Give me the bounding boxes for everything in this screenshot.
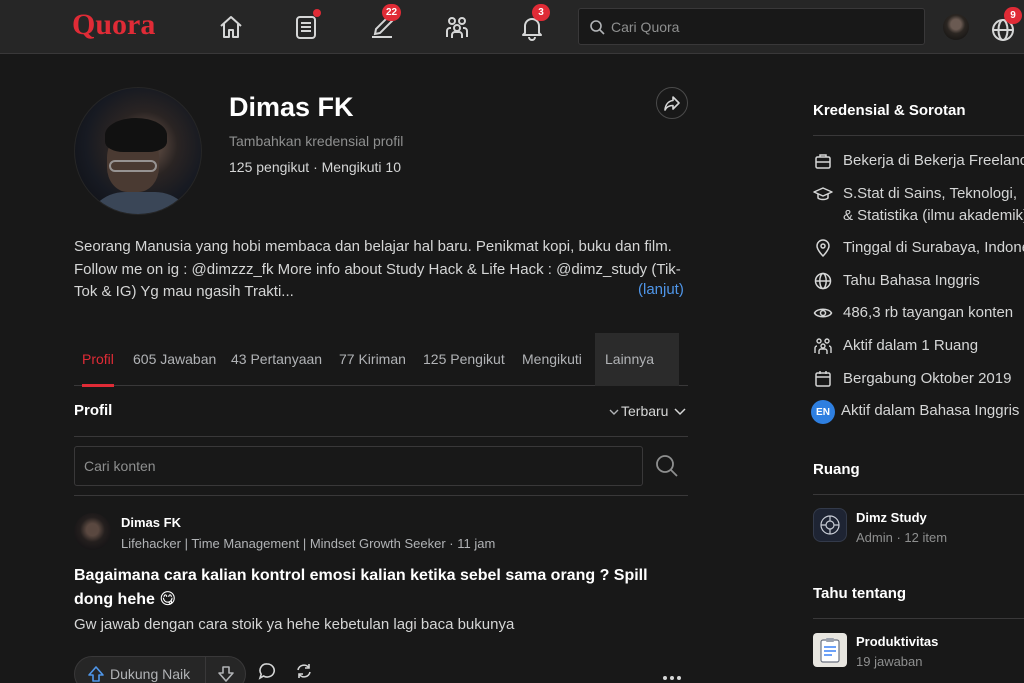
notifications-icon[interactable]: 3 xyxy=(515,4,550,44)
divider xyxy=(74,436,688,437)
tab-profil[interactable]: Profil xyxy=(82,333,114,387)
downvote-arrow-icon xyxy=(217,666,234,682)
credential-text: Bergabung Oktober 2019 xyxy=(843,370,1012,387)
user-avatar[interactable] xyxy=(943,14,969,40)
chevron-down-icon xyxy=(609,409,619,415)
post-title[interactable]: Bagaimana cara kalian kontrol emosi kali… xyxy=(74,564,688,612)
share-icon xyxy=(664,96,680,111)
search-icon xyxy=(590,19,605,35)
sort-dropdown[interactable]: Terbaru xyxy=(621,403,686,419)
spaces-icon xyxy=(814,338,832,354)
post-author-name[interactable]: Dimas FK xyxy=(121,515,181,530)
answer-icon[interactable]: 22 xyxy=(365,4,402,44)
credential-text: Tahu Bahasa Inggris xyxy=(843,272,980,289)
tab-questions[interactable]: 43 Pertanyaan xyxy=(231,333,322,386)
credential-education[interactable]: S.Stat di Sains, Teknologi, & Statistika … xyxy=(813,183,1024,227)
more-options-icon[interactable] xyxy=(662,668,682,683)
spaces-icon[interactable] xyxy=(440,10,474,44)
credential-location[interactable]: Tinggal di Surabaya, Indonesia xyxy=(813,237,1024,259)
post-meta: Lifehacker | Time Management | Mindset G… xyxy=(121,536,496,551)
tab-more-label: Lainnya xyxy=(605,351,655,367)
credential-views[interactable]: 486,3 rb tayangan konten xyxy=(813,302,1013,324)
upvote-arrow-icon xyxy=(88,666,104,682)
top-navigation-bar: Quora 22 3 Cari Quora 9 xyxy=(0,0,1024,54)
profile-bio: Seorang Manusia yang hobi membaca dan be… xyxy=(74,238,681,300)
credential-employment[interactable]: Bekerja di Bekerja Freelance xyxy=(813,150,1024,172)
credential-line-2: & Statistika (ilmu akademik) xyxy=(843,207,1024,224)
topic-name[interactable]: Produktivitas xyxy=(856,634,938,649)
profile-tabs: Profil 605 Jawaban 43 Pertanyaan 77 Kiri… xyxy=(74,333,688,415)
graduation-cap-icon xyxy=(813,187,833,201)
globe-icon xyxy=(814,272,832,290)
downvote-button[interactable] xyxy=(206,665,245,683)
divider xyxy=(813,494,1024,495)
following-dot xyxy=(313,9,321,17)
tab-answers[interactable]: 605 Jawaban xyxy=(133,333,216,386)
share-repost-icon[interactable] xyxy=(294,662,314,683)
add-credential-link[interactable]: Tambahkan kredensial profil xyxy=(229,133,403,149)
sort-label: Terbaru xyxy=(621,403,669,419)
divider xyxy=(813,135,1024,136)
credential-text: Aktif dalam Bahasa Inggris xyxy=(841,402,1020,419)
chevron-down-icon xyxy=(674,408,686,416)
tab-more[interactable]: Lainnya xyxy=(595,333,679,415)
vote-control: Dukung Naik xyxy=(74,656,246,683)
upvote-label: Dukung Naik xyxy=(110,666,191,682)
following-icon[interactable] xyxy=(289,9,323,44)
credentials-title: Kredensial & Sorotan xyxy=(813,102,966,119)
credential-language[interactable]: Tahu Bahasa Inggris xyxy=(813,270,980,292)
profile-photo[interactable] xyxy=(74,87,202,215)
tab-followers[interactable]: 125 Pengikut xyxy=(423,333,505,386)
space-name[interactable]: Dimz Study xyxy=(856,510,927,525)
content-search-input[interactable]: Cari konten xyxy=(74,446,643,486)
language-badge: 9 xyxy=(1004,7,1022,24)
spaces-title: Ruang xyxy=(813,461,860,478)
credential-spaces[interactable]: Aktif dalam 1 Ruang xyxy=(813,335,978,357)
comment-icon[interactable] xyxy=(258,662,276,683)
search-placeholder: Cari Quora xyxy=(611,18,680,35)
post-body[interactable]: Gw jawab dengan cara stoik ya hehe kebet… xyxy=(74,616,514,633)
credential-text: 486,3 rb tayangan konten xyxy=(843,304,1014,321)
read-more-link[interactable]: (lanjut) xyxy=(638,281,684,298)
topic-meta: 19 jawaban xyxy=(856,654,923,669)
credential-joined[interactable]: Bergabung Oktober 2019 xyxy=(813,368,1011,390)
post-author-avatar[interactable] xyxy=(74,513,111,550)
divider xyxy=(813,618,1024,619)
credential-text: Aktif dalam 1 Ruang xyxy=(843,337,979,354)
quora-logo[interactable]: Quora xyxy=(72,8,155,42)
space-meta: Admin · 12 item xyxy=(856,530,948,545)
notifications-badge: 3 xyxy=(532,4,550,21)
briefcase-icon xyxy=(815,154,831,169)
language-icon[interactable]: 9 xyxy=(986,7,1022,47)
upvote-button[interactable]: Dukung Naik xyxy=(75,657,206,683)
credential-line-1: S.Stat di Sains, Teknologi, xyxy=(843,185,1017,202)
space-logo[interactable] xyxy=(813,508,847,542)
calendar-icon xyxy=(815,371,831,387)
share-profile-button[interactable] xyxy=(656,87,688,119)
divider xyxy=(74,495,688,496)
credential-text: Tinggal di Surabaya, Indonesia xyxy=(843,239,1024,256)
search-bar[interactable]: Cari Quora xyxy=(578,8,925,45)
knows-about-title: Tahu tentang xyxy=(813,585,907,602)
credential-active-language[interactable]: EN Aktif dalam Bahasa Inggris xyxy=(811,400,1020,424)
tab-posts[interactable]: 77 Kiriman xyxy=(339,333,406,386)
search-icon[interactable] xyxy=(655,454,679,483)
credential-text: S.Stat di Sains, Teknologi, & Statistika … xyxy=(843,183,1024,227)
answer-badge: 22 xyxy=(382,4,402,21)
eye-icon xyxy=(813,308,833,318)
profile-name: Dimas FK xyxy=(229,92,354,122)
clipboard-icon[interactable] xyxy=(813,633,847,667)
follow-stats[interactable]: 125 pengikut · Mengikuti 10 xyxy=(229,159,401,175)
tab-following[interactable]: Mengikuti xyxy=(522,333,582,386)
location-pin-icon xyxy=(816,239,830,258)
credential-text: Bekerja di Bekerja Freelance xyxy=(843,152,1024,169)
home-icon[interactable] xyxy=(214,10,248,44)
feed-heading: Profil xyxy=(74,402,113,419)
en-language-badge: EN xyxy=(811,400,835,424)
